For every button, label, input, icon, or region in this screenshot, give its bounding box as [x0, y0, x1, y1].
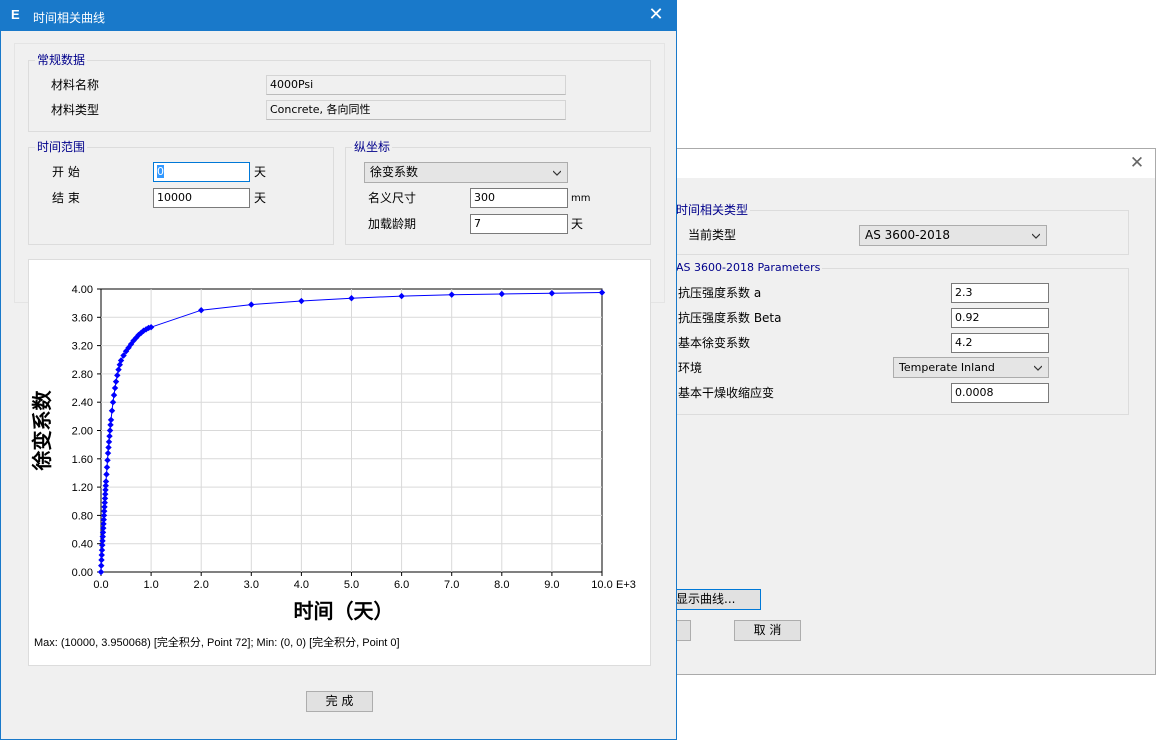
front-titlebar: E 时间相关曲线 ✕ — [1, 1, 676, 31]
chart-max-min-info: Max: (10000, 3.950068) [完全积分, Point 72];… — [34, 637, 400, 649]
app-logo-icon: E — [11, 7, 20, 22]
x-tick-label: 4.0 — [294, 579, 309, 591]
ordinate-group: 纵坐标 徐变系数 名义尺寸 300 mm 加载龄期 7 天 — [345, 139, 651, 245]
param-label-shrinkage: 基本干燥收缩应变 — [678, 386, 775, 400]
end-input[interactable]: 10000 — [153, 188, 250, 208]
ordinate-selected-value: 徐变系数 — [370, 165, 419, 179]
loading-age-unit: 天 — [571, 217, 584, 231]
y-tick-label: 2.40 — [72, 397, 93, 409]
current-type-label: 当前类型 — [688, 228, 737, 242]
start-input-value: 0 — [157, 165, 164, 178]
ordinate-group-label: 纵坐标 — [352, 139, 393, 155]
back-titlebar: ✕ — [673, 149, 1155, 179]
current-type-value: AS 3600-2018 — [865, 228, 951, 242]
param-input-a[interactable]: 2.3 — [951, 283, 1049, 303]
x-tick-label: 9.0 — [544, 579, 559, 591]
param-input-shrinkage[interactable]: 0.0008 — [951, 383, 1049, 403]
start-unit: 天 — [254, 165, 267, 179]
material-type-field: Concrete, 各向同性 — [266, 100, 566, 120]
material-type-label: 材料类型 — [51, 103, 100, 117]
y-tick-label: 2.00 — [72, 426, 93, 438]
x-tick-label: 6.0 — [394, 579, 409, 591]
chevron-down-icon — [553, 170, 561, 176]
x-tick-label: 1.0 — [143, 579, 158, 591]
close-button[interactable]: ✕ — [646, 6, 666, 26]
time-dependent-params-dialog: ✕ 时间相关类型 当前类型 AS 3600-2018 AS 3600-2018 … — [669, 148, 1156, 675]
x-axis-label: 时间（天） — [294, 599, 394, 623]
environment-dropdown[interactable]: Temperate Inland — [893, 357, 1049, 378]
y-tick-label: 1.20 — [72, 482, 93, 494]
end-unit: 天 — [254, 191, 267, 205]
current-type-dropdown[interactable]: AS 3600-2018 — [859, 225, 1047, 246]
x-tick-label: 10.0 — [591, 579, 612, 591]
back-close-button[interactable]: ✕ — [1127, 154, 1147, 174]
x-tick-label: 3.0 — [244, 579, 259, 591]
x-axis-unit: E+3 — [616, 579, 636, 591]
start-label: 开 始 — [52, 165, 80, 179]
y-tick-label: 3.20 — [72, 341, 93, 353]
y-tick-label: 4.00 — [72, 284, 93, 296]
chevron-down-icon — [1032, 233, 1040, 239]
creep-coefficient-chart: 0.0 1.0 2.0 3.0 4.0 5.0 6.0 7.0 8.0 9.0 10.0 E+3 0.0… — [30, 284, 636, 623]
general-data-group-label: 常规数据 — [35, 52, 88, 68]
material-name-field: 4000Psi — [266, 75, 566, 95]
param-label-environment: 环境 — [678, 361, 703, 375]
as3600-params-group: AS 3600-2018 Parameters 抗压强度系数 a 2.3 抗压强… — [671, 260, 1129, 415]
x-tick-label: 0.0 — [93, 579, 108, 591]
y-tick-label: 1.60 — [72, 454, 93, 466]
time-dependent-curve-dialog: E 时间相关曲线 ✕ 常规数据 材料名称 4000Psi 材料类型 Concre… — [0, 0, 677, 740]
chart-panel: 0.0 1.0 2.0 3.0 4.0 5.0 6.0 7.0 8.0 9.0 10.0 E+3 0.0… — [28, 259, 651, 666]
x-tick-label: 7.0 — [444, 579, 459, 591]
y-tick-label: 0.80 — [72, 510, 93, 522]
param-label-basic-creep: 基本徐变系数 — [678, 336, 751, 350]
nominal-size-label: 名义尺寸 — [368, 191, 417, 205]
done-button[interactable]: 完 成 — [306, 691, 373, 712]
general-data-group-inner: 常规数据 材料名称 4000Psi 材料类型 Concrete, 各向同性 — [28, 52, 651, 132]
end-label: 结 束 — [52, 191, 80, 205]
chevron-down-icon — [1034, 365, 1042, 371]
material-name-label: 材料名称 — [51, 78, 100, 92]
loading-age-label: 加载龄期 — [368, 217, 417, 231]
y-tick-label: 0.40 — [72, 539, 93, 551]
nominal-size-unit: mm — [571, 193, 591, 204]
window-title: 时间相关曲线 — [33, 11, 106, 25]
x-tick-label: 2.0 — [194, 579, 209, 591]
y-tick-label: 3.60 — [72, 312, 93, 324]
x-tick-label: 8.0 — [494, 579, 509, 591]
param-input-beta[interactable]: 0.92 — [951, 308, 1049, 328]
y-axis-label: 徐变系数 — [30, 390, 54, 472]
as3600-params-group-label: AS 3600-2018 Parameters — [674, 260, 823, 276]
param-label-beta: 抗压强度系数 Beta — [678, 311, 782, 325]
time-range-group: 时间范围 开 始 0 天 结 束 10000 天 — [28, 139, 334, 245]
ordinate-dropdown[interactable]: 徐变系数 — [364, 162, 568, 183]
y-tick-label: 2.80 — [72, 369, 93, 381]
x-tick-label: 5.0 — [344, 579, 359, 591]
time-dependent-type-group: 时间相关类型 当前类型 AS 3600-2018 — [671, 202, 1129, 255]
cancel-button[interactable]: 取 消 — [734, 620, 801, 641]
environment-value: Temperate Inland — [899, 361, 995, 374]
y-tick-label: 0.00 — [72, 567, 93, 579]
param-input-basic-creep[interactable]: 4.2 — [951, 333, 1049, 353]
loading-age-input[interactable]: 7 — [470, 214, 568, 234]
time-dependent-type-group-label: 时间相关类型 — [674, 202, 751, 218]
show-curve-button[interactable]: 显示曲线... — [669, 589, 761, 610]
start-input[interactable]: 0 — [153, 162, 250, 182]
time-range-group-label: 时间范围 — [35, 139, 88, 155]
param-label-a: 抗压强度系数 a — [678, 286, 762, 300]
nominal-size-input[interactable]: 300 — [470, 188, 568, 208]
